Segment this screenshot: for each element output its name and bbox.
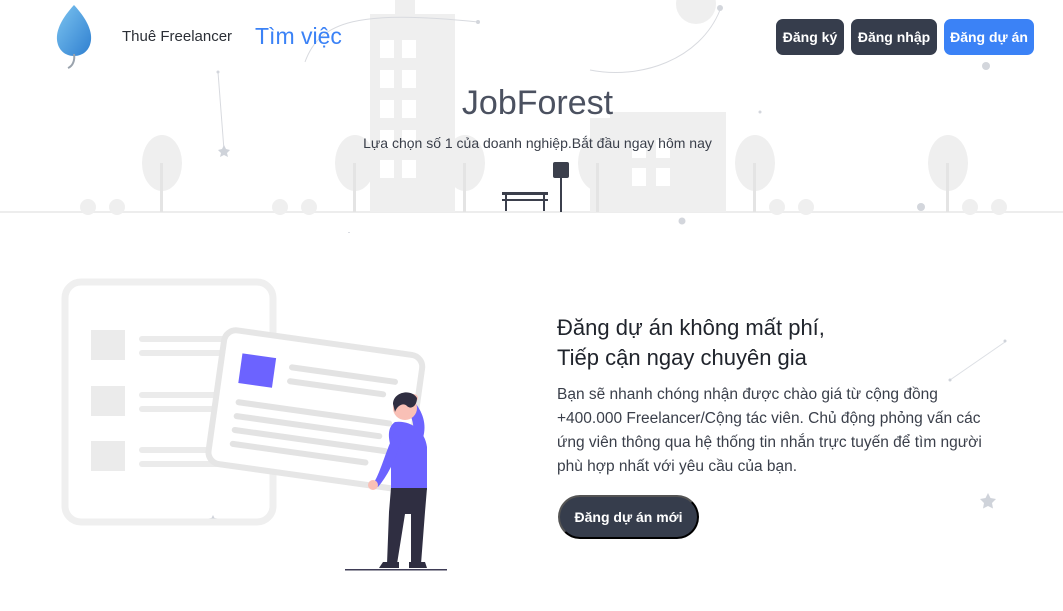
nav-hire-freelancer[interactable]: Thuê Freelancer (122, 28, 232, 45)
post-project-button[interactable]: Đăng dự án (944, 19, 1034, 55)
post-new-project-button[interactable]: Đăng dự án mới (558, 495, 699, 539)
project-posting-illustration (61, 278, 447, 571)
site-tagline: Lựa chọn số 1 của doanh nghiệp.Bắt đầu n… (363, 135, 712, 151)
nav-find-jobs[interactable]: Tìm việc (255, 23, 342, 50)
hero-banner: Thuê Freelancer Tìm việc Đăng ký Đăng nh… (0, 0, 1063, 232)
leaf-logo-icon[interactable] (56, 4, 92, 70)
promo-heading-line2: Tiếp cận ngay chuyên gia (557, 345, 807, 370)
site-title: JobForest (461, 84, 614, 122)
register-button[interactable]: Đăng ký (776, 19, 844, 55)
promo-heading: Đăng dự án không mất phí, Tiếp cận ngay … (557, 313, 825, 373)
promo-heading-line1: Đăng dự án không mất phí, (557, 315, 825, 340)
promo-description: Bạn sẽ nhanh chóng nhận được chào giá từ… (557, 386, 982, 475)
login-button[interactable]: Đăng nhập (851, 19, 937, 55)
